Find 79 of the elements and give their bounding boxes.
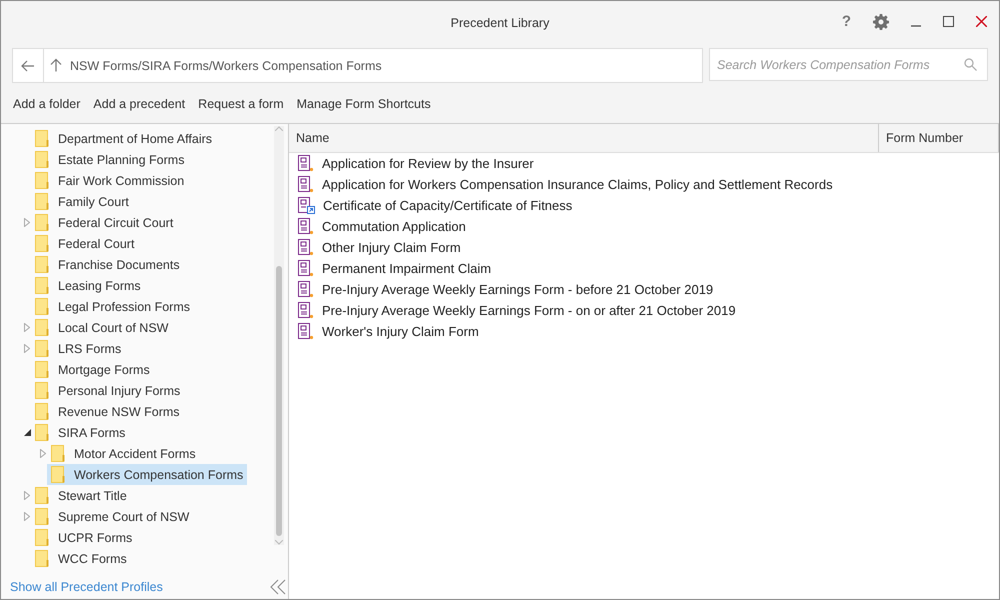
document-name[interactable]: Pre-Injury Average Weekly Earnings Form - on or after 21 October 2019	[322, 303, 736, 318]
tree-item[interactable]: Local Court of NSW	[31, 317, 172, 338]
folder-icon	[35, 424, 49, 441]
folder-icon	[35, 550, 49, 567]
folder-icon	[35, 382, 49, 399]
search-field[interactable]: Search Workers Compensation Forms	[709, 48, 988, 81]
path-text: NSW Forms/SIRA Forms/Workers Compensation Forms	[70, 58, 382, 72]
window-title: Precedent Library	[450, 16, 550, 30]
expand-arrow-icon[interactable]	[24, 512, 30, 521]
tree-item[interactable]: SIRA Forms	[31, 422, 130, 443]
document-name[interactable]: Application for Workers Compensation Insurance Claims, Policy and Settlement Records	[322, 177, 833, 192]
tree-item[interactable]: Fair Work Commission	[31, 170, 188, 191]
tree-item[interactable]: Revenue NSW Forms	[31, 401, 184, 422]
folder-icon	[35, 151, 49, 168]
folder-icon	[35, 298, 49, 315]
tree-item[interactable]: Mortgage Forms	[31, 359, 154, 380]
settings-icon[interactable]	[873, 14, 889, 30]
expand-arrow-icon[interactable]	[24, 218, 30, 227]
tree-item[interactable]: Personal Injury Forms	[31, 380, 184, 401]
scroll-down-icon[interactable]	[275, 540, 283, 545]
expand-arrow-icon[interactable]	[24, 323, 30, 332]
scroll-up-icon[interactable]	[275, 126, 283, 131]
tree-item[interactable]: WCC Forms	[31, 548, 131, 569]
show-all-link[interactable]: Show all Precedent Profiles	[10, 580, 163, 594]
toolbar-link[interactable]: Request a form	[198, 97, 284, 123]
document-name[interactable]: Worker's Injury Claim Form	[322, 324, 479, 339]
folder-icon	[35, 277, 49, 294]
tree-item[interactable]: Department of Home Affairs	[31, 128, 216, 149]
folder-icon	[35, 487, 49, 504]
folder-icon	[35, 361, 49, 378]
folder-icon	[35, 172, 49, 189]
tree-item[interactable]: Legal Profession Forms	[31, 296, 194, 317]
folder-icon	[35, 235, 49, 252]
document-name[interactable]: Application for Review by the Insurer	[322, 156, 534, 171]
tree-item[interactable]: Federal Court	[31, 233, 138, 254]
document-name[interactable]: Pre-Injury Average Weekly Earnings Form - before 21 October 2019	[322, 282, 714, 297]
tree-item[interactable]: UCPR Forms	[31, 527, 136, 548]
expand-arrow-icon[interactable]	[40, 449, 46, 458]
scrollbar[interactable]	[274, 126, 284, 545]
tree-item[interactable]: Federal Circuit Court	[31, 212, 178, 233]
expand-arrow-icon[interactable]	[24, 344, 30, 353]
tree-item[interactable]: Franchise Documents	[31, 254, 184, 275]
tree-item[interactable]: Leasing Forms	[31, 275, 145, 296]
folder-icon	[35, 508, 49, 525]
toolbar-link[interactable]: Add a precedent	[93, 97, 186, 123]
maximize-icon[interactable]	[943, 16, 954, 27]
column-header[interactable]: Form Number	[879, 124, 999, 152]
folder-icon	[35, 529, 49, 546]
collapse-arrow-icon[interactable]	[24, 429, 30, 436]
tree-item[interactable]: Estate Planning Forms	[31, 149, 188, 170]
collapse-panel-icon[interactable]	[270, 579, 286, 595]
folder-icon	[35, 130, 49, 147]
back-arrow-icon[interactable]	[21, 60, 35, 72]
toolbar-link[interactable]: Manage Form Shortcuts	[296, 97, 431, 123]
tree-item[interactable]: Supreme Court of NSW	[31, 506, 194, 527]
document-name[interactable]: Certificate of Capacity/Certificate of Fitness	[323, 198, 572, 213]
expand-arrow-icon[interactable]	[24, 491, 30, 500]
folder-icon	[51, 445, 65, 462]
document-name[interactable]: Permanent Impairment Claim	[322, 261, 492, 276]
document-name[interactable]: Commutation Application	[322, 219, 466, 234]
toolbar-link[interactable]: Add a folder	[13, 97, 80, 123]
folder-icon	[35, 403, 49, 420]
tree-item[interactable]: Workers Compensation Forms	[47, 464, 248, 485]
tree-item[interactable]: LRS Forms	[31, 338, 126, 359]
help-button[interactable]: ?	[842, 13, 851, 30]
folder-icon	[51, 466, 65, 483]
tree-item[interactable]: Stewart Title	[31, 485, 131, 506]
document-name[interactable]: Other Injury Claim Form	[322, 240, 461, 255]
search-icon	[964, 58, 977, 71]
folder-icon	[35, 340, 49, 357]
folder-icon	[35, 193, 49, 210]
address-bar[interactable]: NSW Forms/SIRA Forms/Workers Compensation Forms	[12, 48, 703, 83]
folder-icon	[35, 256, 49, 273]
column-header[interactable]: Name	[289, 124, 879, 152]
close-icon[interactable]	[976, 16, 987, 27]
tree-item[interactable]: Motor Accident Forms	[47, 443, 200, 464]
folder-icon	[35, 214, 49, 231]
folder-icon	[35, 319, 49, 336]
tree-item[interactable]: Family Court	[31, 191, 133, 212]
